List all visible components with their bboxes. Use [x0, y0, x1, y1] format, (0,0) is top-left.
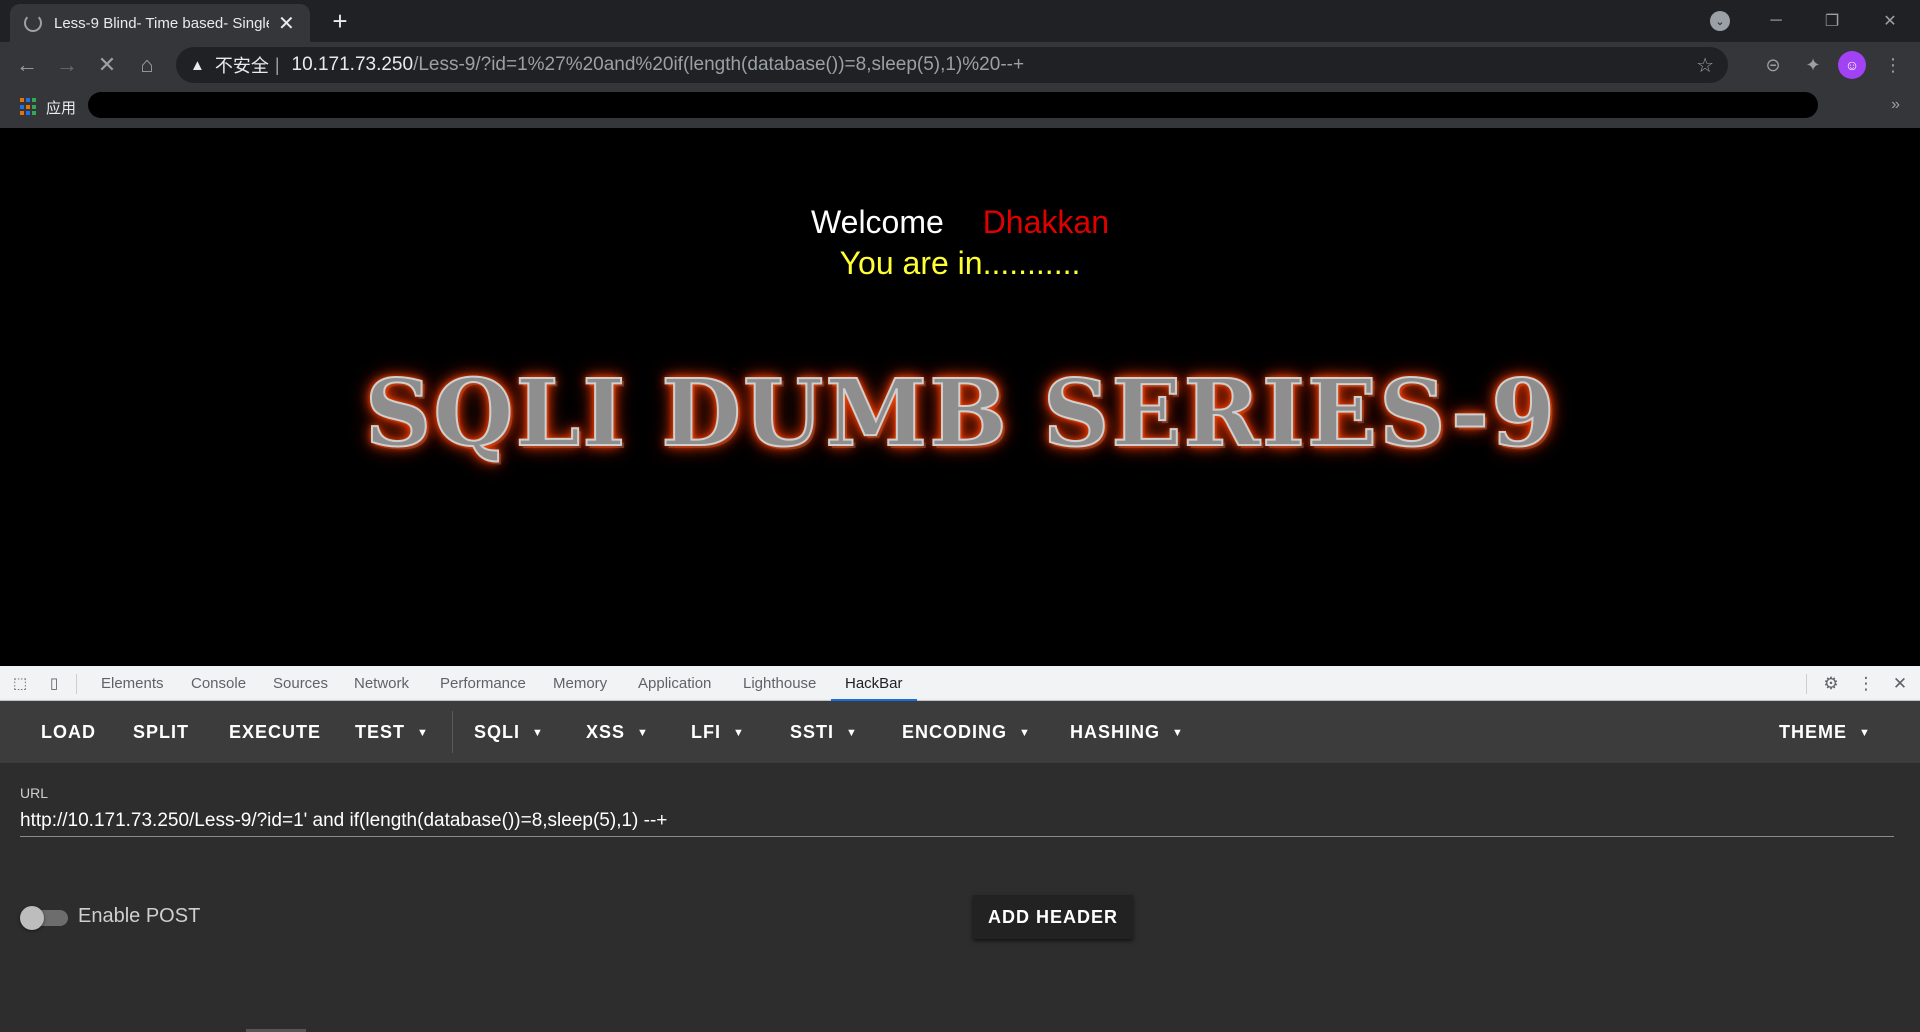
devtools-more-icon[interactable]: ⋮: [1856, 674, 1876, 694]
url-host[interactable]: 10.171.73.250: [292, 54, 414, 76]
bookmark-star-icon[interactable]: ☆: [1696, 53, 1714, 78]
tab-title: Less-9 Blind- Time based- Single Quotes-…: [54, 14, 269, 32]
restore-button[interactable]: ❐: [1804, 0, 1860, 42]
url-field[interactable]: [20, 805, 1894, 837]
reader-mode-icon[interactable]: ⊝: [1760, 52, 1786, 78]
address-bar[interactable]: ▲ 不安全 | 10.171.73.250 /Less-9/?id=1%27%2…: [176, 47, 1728, 83]
tab-sources[interactable]: Sources: [273, 666, 328, 701]
encoding-label: ENCODING: [902, 722, 1008, 742]
chevron-down-icon: ▼: [417, 727, 429, 740]
enable-post-label: Enable POST: [78, 905, 201, 927]
tab-elements[interactable]: Elements: [101, 666, 164, 701]
chevron-down-icon: ▼: [733, 727, 745, 740]
chevron-down-icon: ▼: [846, 727, 858, 740]
tab-close-icon[interactable]: ✕: [277, 11, 296, 36]
browser-window: Less-9 Blind- Time based- Single Quotes-…: [0, 0, 1920, 1032]
encoding-menu-button[interactable]: ENCODING ▼: [902, 719, 1031, 745]
enable-post-toggle[interactable]: [20, 906, 68, 930]
tab-application[interactable]: Application: [638, 666, 711, 701]
chevron-down-icon: ▼: [637, 727, 649, 740]
user-name: Dhakkan: [982, 204, 1109, 240]
apps-label[interactable]: 应用: [46, 97, 76, 118]
not-secure-label[interactable]: 不安全: [215, 52, 269, 78]
load-label: LOAD: [41, 722, 96, 742]
bookmarks-more-icon[interactable]: »: [1891, 96, 1900, 114]
tab-memory[interactable]: Memory: [553, 666, 607, 701]
devtools-settings-icon[interactable]: ⚙: [1821, 674, 1841, 694]
window-close-button[interactable]: ✕: [1862, 0, 1918, 42]
lfi-label: LFI: [691, 722, 721, 742]
devtools-panel: ⬚ ▯ Elements Console Sources Network Per…: [0, 666, 1920, 1032]
new-tab-button[interactable]: +: [325, 6, 355, 36]
tab-lighthouse[interactable]: Lighthouse: [743, 666, 816, 701]
welcome-line: Welcome Dhakkan: [0, 204, 1920, 241]
theme-menu-button[interactable]: THEME ▼: [1779, 719, 1871, 745]
tab-network[interactable]: Network: [354, 666, 409, 701]
test-menu-button[interactable]: TEST ▼: [355, 719, 429, 745]
tab-performance[interactable]: Performance: [440, 666, 526, 701]
welcome-text: Welcome: [811, 204, 944, 240]
execute-label: EXECUTE: [229, 722, 322, 742]
tab-search-icon[interactable]: ⌄: [1710, 11, 1730, 31]
loading-spinner-icon: [24, 14, 42, 32]
tab-hackbar[interactable]: HackBar: [831, 666, 917, 701]
tab-console[interactable]: Console: [191, 666, 246, 701]
extensions-icon[interactable]: ✦: [1800, 52, 1826, 78]
hackbar-body: URL Enable POST ADD HEADER: [0, 763, 1920, 1032]
apps-grid-icon[interactable]: [20, 98, 38, 116]
page-content: Welcome Dhakkan You are in........... SQ…: [0, 128, 1920, 666]
browser-tab[interactable]: Less-9 Blind- Time based- Single Quotes-…: [10, 4, 310, 42]
profile-avatar[interactable]: ☺: [1838, 51, 1866, 79]
xss-menu-button[interactable]: XSS ▼: [586, 719, 649, 745]
browser-menu-icon[interactable]: ⋮: [1880, 52, 1906, 78]
stop-loading-button[interactable]: ✕: [90, 48, 124, 82]
lfi-menu-button[interactable]: LFI ▼: [691, 719, 745, 745]
back-button[interactable]: ←: [10, 48, 44, 82]
tab-strip: Less-9 Blind- Time based- Single Quotes-…: [0, 0, 1920, 42]
home-button[interactable]: ⌂: [130, 48, 164, 82]
warning-icon[interactable]: ▲: [190, 57, 205, 74]
split-button[interactable]: SPLIT: [133, 719, 189, 745]
omnibox-separator: |: [274, 54, 280, 75]
sqli-menu-button[interactable]: SQLI ▼: [474, 719, 544, 745]
hashing-label: HASHING: [1070, 722, 1161, 742]
url-field-label: URL: [20, 785, 49, 801]
devtools-divider: [76, 674, 77, 694]
toggle-knob: [20, 906, 44, 930]
hashing-menu-button[interactable]: HASHING ▼: [1070, 719, 1184, 745]
chevron-down-icon: ▼: [532, 727, 544, 740]
devtools-close-icon[interactable]: ✕: [1890, 674, 1910, 694]
xss-label: XSS: [586, 722, 626, 742]
load-button[interactable]: LOAD: [41, 719, 96, 745]
login-status: You are in...........: [839, 245, 1081, 281]
chevron-down-icon: ▼: [1172, 727, 1184, 740]
url-path[interactable]: /Less-9/?id=1%27%20and%20if(length(datab…: [413, 54, 1024, 76]
theme-label: THEME: [1779, 722, 1847, 742]
minimize-button[interactable]: ─: [1748, 0, 1804, 42]
device-toolbar-icon[interactable]: ▯: [44, 674, 64, 694]
inspect-element-icon[interactable]: ⬚: [10, 674, 30, 694]
forward-button[interactable]: →: [50, 48, 84, 82]
browser-toolbar: ← → ✕ ⌂ ▲ 不安全 | 10.171.73.250 /Less-9/?i…: [0, 42, 1920, 88]
split-label: SPLIT: [133, 722, 190, 742]
sqli-label: SQLI: [474, 722, 521, 742]
toolbar-separator: [452, 711, 453, 753]
test-label: TEST: [355, 722, 406, 742]
ssti-label: SSTI: [790, 722, 835, 742]
execute-button[interactable]: EXECUTE: [229, 719, 321, 745]
ssti-menu-button[interactable]: SSTI ▼: [790, 719, 858, 745]
chevron-down-icon: ▼: [1859, 727, 1871, 740]
devtools-right-divider: [1806, 674, 1807, 694]
devtools-tab-bar: ⬚ ▯ Elements Console Sources Network Per…: [0, 666, 1920, 701]
hackbar-toolbar: LOAD SPLIT EXECUTE TEST ▼ SQLI ▼ XSS ▼ LFI ▼…: [0, 701, 1920, 763]
chevron-down-icon: ▼: [1019, 727, 1031, 740]
series-banner: SQLI DUMB SERIES-9: [364, 358, 1558, 468]
add-header-button[interactable]: ADD HEADER: [973, 895, 1133, 939]
redacted-bookmarks: [88, 92, 1818, 118]
